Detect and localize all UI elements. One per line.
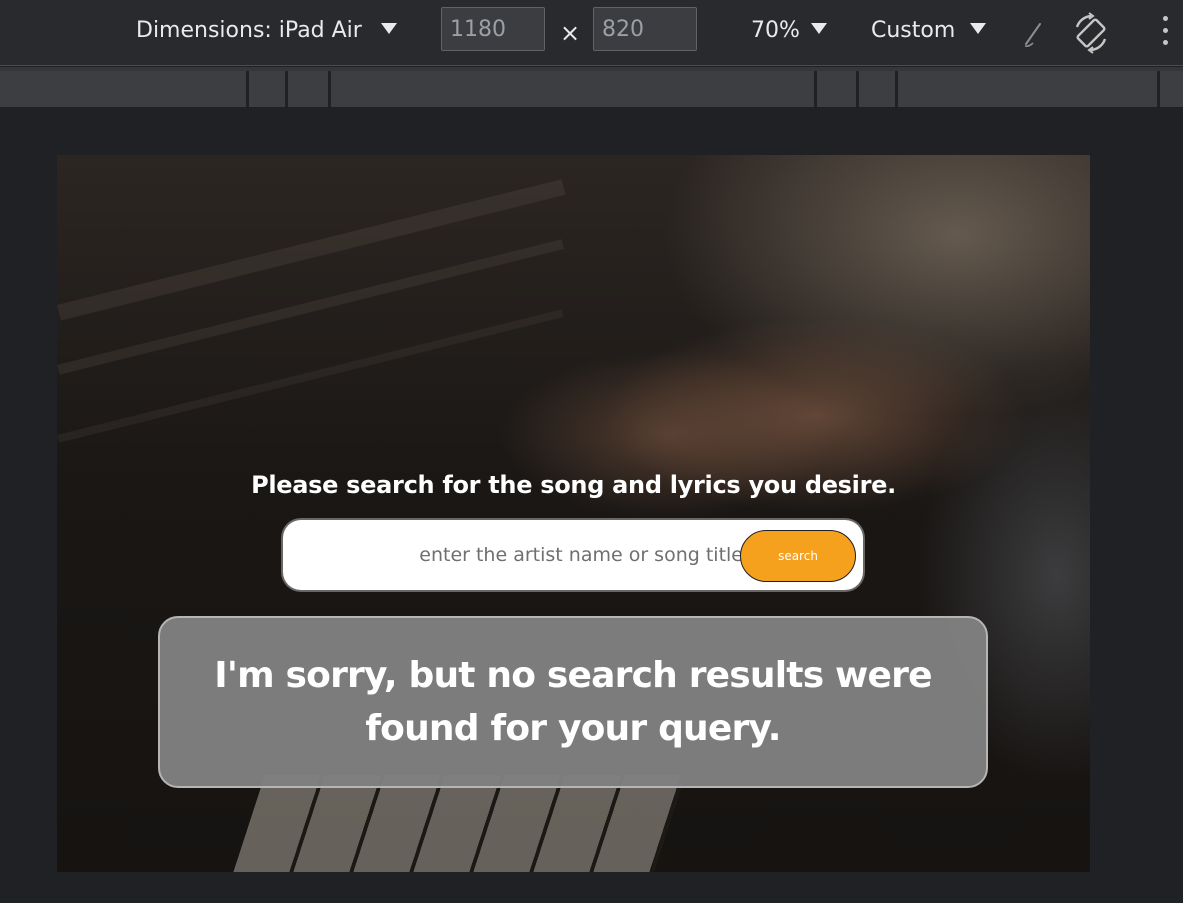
media-query-divider — [328, 71, 331, 107]
media-query-divider — [895, 71, 898, 107]
media-query-track[interactable] — [0, 71, 1183, 107]
media-query-divider — [856, 71, 859, 107]
zoom-caret-down-icon[interactable] — [811, 23, 827, 34]
search-bar: search — [283, 520, 863, 590]
throttle-caret-down-icon[interactable] — [970, 23, 986, 34]
media-query-bar — [0, 67, 1183, 107]
background-image-keys — [229, 775, 685, 872]
height-input[interactable] — [593, 7, 697, 51]
page-title: Please search for the song and lyrics yo… — [251, 471, 896, 499]
device-toolbar: Dimensions: iPad Air × 70% Custom — [0, 0, 1183, 66]
zoom-select[interactable]: 70% — [751, 16, 800, 46]
media-query-divider — [814, 71, 817, 107]
no-results-message: I'm sorry, but no search results were fo… — [214, 655, 932, 749]
background-image-piano — [57, 309, 564, 443]
background-image-piano — [57, 239, 564, 375]
search-input[interactable] — [303, 532, 743, 578]
pen-icon — [1024, 23, 1041, 47]
times-symbol: × — [560, 19, 581, 47]
rotate-icon[interactable] — [1069, 11, 1113, 55]
background-image-piano — [57, 179, 566, 321]
dimensions-select[interactable]: Dimensions: iPad Air — [136, 16, 362, 46]
media-query-divider — [246, 71, 249, 107]
dimensions-caret-down-icon[interactable] — [381, 23, 397, 34]
device-viewport: Please search for the song and lyrics yo… — [57, 155, 1090, 872]
width-input[interactable] — [441, 7, 545, 51]
media-query-divider — [1157, 71, 1160, 107]
media-query-divider — [285, 71, 288, 107]
no-results-message-box: I'm sorry, but no search results were fo… — [158, 616, 988, 788]
search-button[interactable]: search — [740, 530, 856, 582]
more-options-kebab-icon[interactable] — [1158, 14, 1174, 48]
throttle-select[interactable]: Custom — [871, 16, 955, 46]
